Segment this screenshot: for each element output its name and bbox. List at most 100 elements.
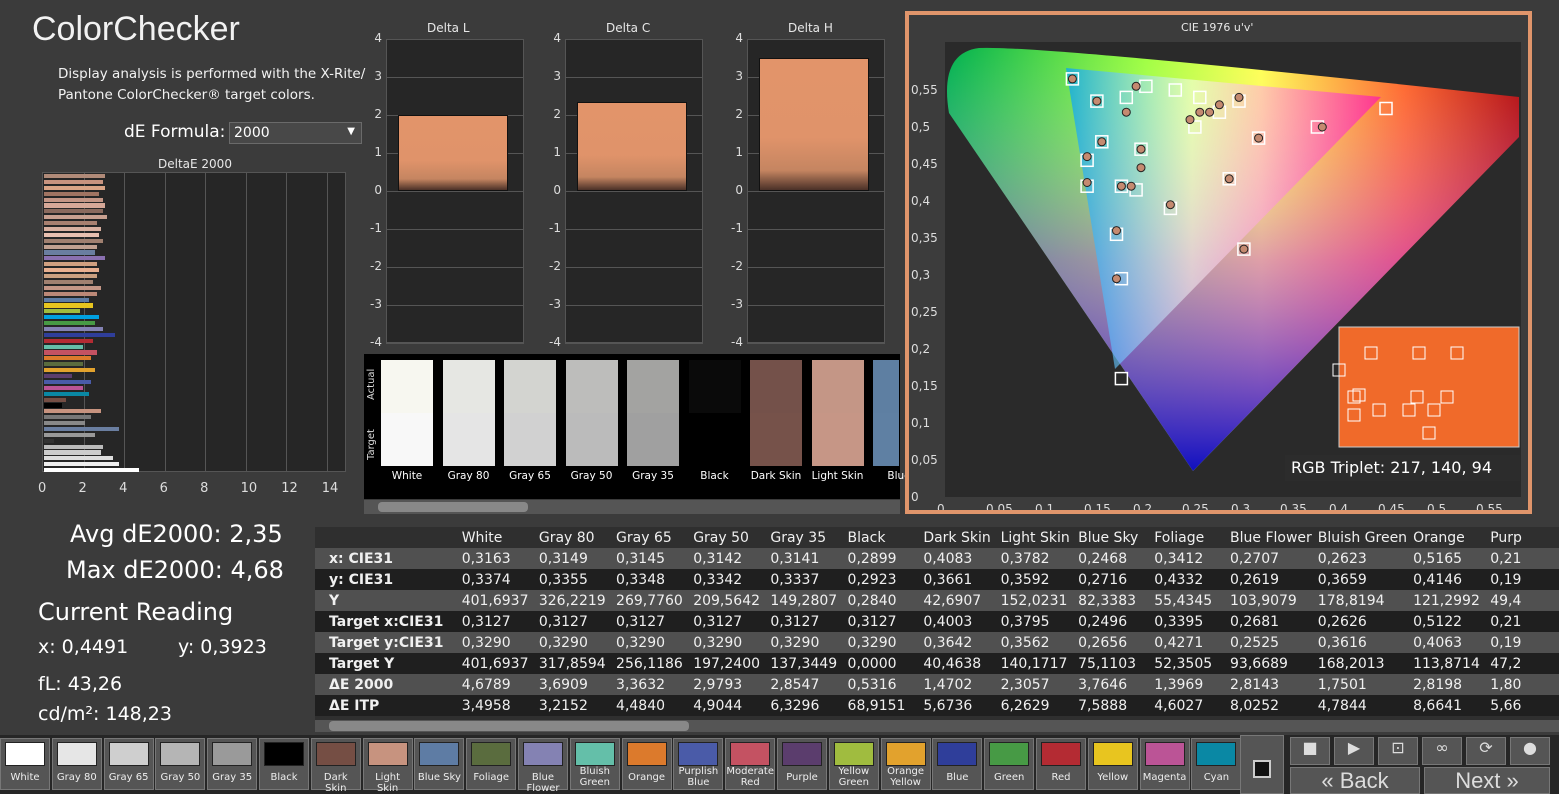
stop-button[interactable]: ■: [1290, 737, 1330, 765]
table-cell: 0,5122: [1410, 611, 1488, 632]
table-cell: 137,3449: [767, 653, 845, 674]
patch-label: Gray 35: [212, 772, 253, 783]
patch-color: [1196, 742, 1237, 766]
table-scrollbar[interactable]: [315, 720, 1559, 732]
deltae-bar: [44, 262, 97, 267]
patch-button[interactable]: Gray 35: [207, 738, 258, 790]
patch-button[interactable]: Bluish Green: [569, 738, 620, 790]
table-cell: 4,6789: [458, 674, 536, 695]
measured-marker: [1195, 107, 1205, 117]
patch-button[interactable]: Yellow: [1087, 738, 1138, 790]
patch-label: Purplish Blue: [678, 766, 719, 788]
cie-x-tick: 0,3: [1231, 502, 1250, 510]
color-swatch: [442, 360, 495, 466]
patch-button[interactable]: Red: [1036, 738, 1086, 790]
table-cell: 0,3127: [844, 611, 921, 632]
table-cell: 0,3290: [535, 632, 614, 653]
deltae-bar: [44, 350, 97, 355]
table-cell: 0,3592: [997, 569, 1076, 590]
patch-label: Gray 80: [56, 772, 97, 783]
record-button[interactable]: [1240, 735, 1284, 794]
table-cell: 0,3142: [690, 548, 768, 569]
deltae-bar: [44, 238, 103, 243]
table-header: Purp: [1490, 529, 1522, 546]
patch-button[interactable]: White: [0, 738, 50, 790]
delta-tick: -3: [731, 297, 743, 311]
deltae-x-tick: 0: [38, 481, 47, 496]
patch-button[interactable]: Black: [259, 738, 309, 790]
gridline: [747, 305, 885, 306]
patch-color: [1144, 742, 1185, 766]
patch-button[interactable]: Orange Yellow: [880, 738, 931, 790]
patch-label: Foliage: [473, 772, 510, 783]
table-cell: 0,2619: [1227, 569, 1315, 590]
row-label: x: CIE31: [315, 548, 459, 569]
gridline: [386, 191, 524, 192]
swatch-scrollbar[interactable]: [364, 500, 900, 514]
scroll-thumb[interactable]: [329, 721, 689, 731]
deltae-bar: [44, 379, 91, 384]
measured-marker: [1116, 181, 1126, 191]
gridline: [747, 191, 885, 192]
patch-button[interactable]: Blue Flower: [518, 738, 568, 794]
table-cell: 52,3505: [1151, 653, 1228, 674]
target-label: Target: [366, 429, 377, 460]
patch-color: [989, 742, 1030, 766]
table-header: Dark Skin: [923, 529, 991, 546]
table-cell: 0,3348: [613, 569, 691, 590]
cie-x-tick: 0,5: [1427, 502, 1446, 510]
gridline: [286, 173, 288, 471]
patch-button[interactable]: Yellow Green: [828, 738, 879, 790]
play-button[interactable]: ▶: [1334, 737, 1374, 765]
scroll-thumb[interactable]: [378, 502, 528, 512]
deltae-bar: [44, 274, 97, 279]
loop-button[interactable]: ∞: [1422, 737, 1462, 765]
refresh-icon: ⟳: [1479, 738, 1493, 757]
patch-button[interactable]: Dark Skin: [310, 738, 361, 794]
de-formula-select[interactable]: 2000 ▼: [229, 122, 362, 144]
patch-button[interactable]: Cyan: [1191, 738, 1242, 790]
patch-button[interactable]: Orange: [621, 738, 672, 790]
patch-button[interactable]: Purplish Blue: [673, 738, 724, 790]
table-cell: 3,4958: [458, 695, 536, 716]
patch-button[interactable]: Green: [984, 738, 1035, 790]
swatch-label: Light Skin: [811, 470, 864, 482]
patch-color: [419, 742, 460, 766]
table-header: Gray 50: [693, 529, 749, 546]
current-reading-title: Current Reading: [38, 598, 234, 626]
patch-button[interactable]: Gray 50: [155, 738, 206, 790]
table-cell: 103,9079: [1227, 590, 1315, 611]
table-cell: 0,3163: [458, 548, 536, 569]
step-button[interactable]: ⊡: [1378, 737, 1418, 765]
cie-y-tick: 0,05: [911, 453, 938, 467]
patch-color: [574, 742, 615, 766]
deltae-bar: [44, 185, 105, 190]
table-cell: 93,6689: [1227, 653, 1315, 674]
patch-button[interactable]: Gray 65: [103, 738, 154, 790]
patch-button[interactable]: Light Skin: [362, 738, 413, 794]
next-button[interactable]: Next »: [1424, 767, 1550, 794]
patch-color: [1092, 742, 1133, 766]
patch-button[interactable]: Blue: [932, 738, 983, 790]
back-button[interactable]: « Back: [1290, 767, 1420, 794]
swatch-label: Gray 35: [632, 470, 674, 482]
patch-button[interactable]: Gray 80: [51, 738, 102, 790]
patch-button[interactable]: Moderate Red: [725, 738, 776, 790]
table-cell: 0,3355: [535, 569, 614, 590]
patch-button[interactable]: Magenta: [1139, 738, 1190, 790]
cie-x-tick: 0: [937, 502, 945, 510]
table-cell: 152,0231: [997, 590, 1076, 611]
refresh-button[interactable]: ⟳: [1466, 737, 1506, 765]
table-cell: 0,2899: [844, 548, 921, 569]
patch-button[interactable]: Purple: [777, 738, 827, 790]
table-cell: 0,3659: [1314, 569, 1411, 590]
options-button[interactable]: ●: [1510, 737, 1550, 765]
description-text: Display analysis is performed with the X…: [58, 66, 366, 103]
patch-button[interactable]: Foliage: [466, 738, 517, 790]
patch-color: [937, 742, 978, 766]
stop-icon: [1253, 760, 1271, 778]
measured-marker: [1092, 96, 1102, 106]
gridline: [386, 229, 524, 230]
patch-button[interactable]: Blue Sky: [414, 738, 465, 790]
deltae-bar: [44, 444, 103, 449]
